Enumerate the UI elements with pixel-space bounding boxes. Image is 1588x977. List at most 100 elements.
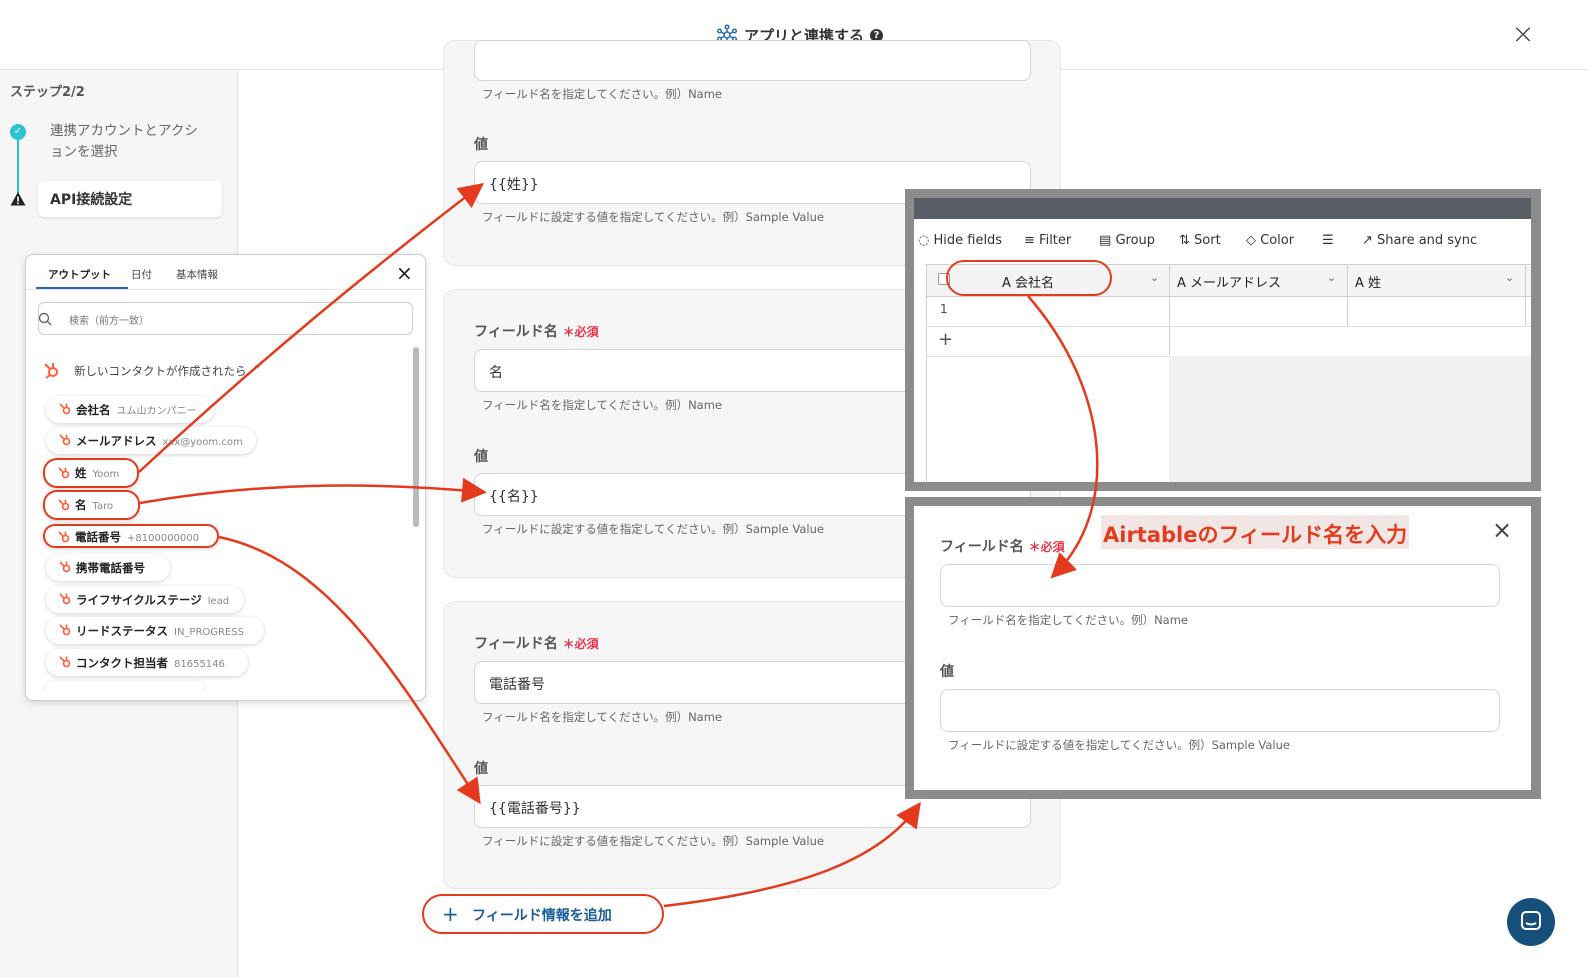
popup-close-button[interactable]: ×: [396, 261, 413, 285]
filter-icon: ≡: [1024, 233, 1035, 248]
group-icon: ▤: [1099, 233, 1112, 248]
output-item-label: 名: [75, 498, 87, 512]
hubspot-icon: [59, 593, 71, 605]
sort-button[interactable]: ⇅ Sort: [1179, 233, 1221, 248]
output-item-label: コンタクト担当者: [76, 656, 168, 670]
chat-icon: [1521, 911, 1541, 930]
field-name-hint-3: フィールド名を指定してください。例）Name: [482, 710, 723, 724]
tab-basic-info[interactable]: 基本情報: [176, 267, 218, 282]
filter-label: Filter: [1039, 233, 1072, 248]
modal-value-input[interactable]: [940, 689, 1500, 732]
output-item-first-name[interactable]: 名 Taro: [43, 490, 140, 520]
hubspot-icon: [59, 561, 71, 573]
row-number: 1: [940, 302, 948, 316]
plus-icon: +: [442, 902, 459, 926]
chevron-down-icon[interactable]: ⌄: [1327, 271, 1336, 284]
check-icon: ✓: [10, 124, 26, 140]
group-button[interactable]: ▤ Group: [1099, 233, 1155, 248]
modal-value-hint: フィールドに設定する値を指定してください。例）Sample Value: [948, 738, 1290, 752]
search-icon: [38, 312, 52, 326]
hubspot-icon: [44, 363, 58, 379]
annotation-banner: Airtableのフィールド名を入力: [1101, 515, 1410, 549]
output-item-value: xxx@yoom.com: [162, 437, 243, 448]
eye-off-icon: ◌: [918, 233, 930, 248]
column-header-last-name[interactable]: A 姓: [1355, 264, 1381, 297]
tab-divider: [26, 289, 425, 290]
row-divider: [926, 326, 1531, 327]
output-item-label: 電話番号: [75, 530, 121, 544]
required-badge: ＊必須: [562, 325, 599, 339]
value-label-2: 値: [474, 449, 488, 465]
tab-output[interactable]: アウトプット: [48, 267, 111, 282]
column-label: メールアドレス: [1190, 276, 1282, 291]
required-badge: ＊必須: [562, 637, 599, 651]
output-item-label: ライフサイクルステージ: [76, 593, 202, 607]
output-item-value: lead: [207, 596, 230, 607]
column-header-email[interactable]: A メールアドレス: [1177, 264, 1281, 297]
share-label: Share and sync: [1377, 233, 1478, 248]
output-item-label: 姓: [75, 466, 87, 480]
modal-close-button[interactable]: ×: [1492, 516, 1512, 544]
value-label-1: 値: [474, 137, 488, 153]
row-height-button[interactable]: ☰: [1322, 233, 1334, 248]
label-text: フィールド名: [474, 636, 558, 652]
output-item-last-name[interactable]: 姓 Yoom: [43, 458, 139, 488]
column-label: 姓: [1368, 276, 1382, 291]
color-button[interactable]: ◇ Color: [1246, 233, 1294, 248]
hubspot-icon: [58, 531, 70, 543]
output-item-owner[interactable]: コンタクト担当者 81655146: [46, 649, 248, 676]
field-name-input-1[interactable]: [474, 40, 1031, 81]
hubspot-icon: [59, 624, 71, 636]
warning-icon: [10, 192, 26, 206]
hubspot-icon: [59, 434, 71, 446]
airtable-top-bar: [914, 198, 1531, 219]
chevron-up-icon[interactable]: ⌃: [252, 363, 261, 376]
output-item-phone[interactable]: 電話番号 +8100000000: [43, 524, 219, 548]
step-item-account[interactable]: 連携アカウントとアクションを選択: [50, 121, 210, 163]
output-item-email[interactable]: メールアドレス xxx@yoom.com: [46, 427, 256, 454]
highlight-company-column: [946, 260, 1112, 296]
grid-empty-area: [1169, 356, 1531, 482]
scrollbar[interactable]: [413, 347, 419, 527]
hide-fields-button[interactable]: ◌ Hide fields: [918, 233, 1002, 248]
row-height-icon: ☰: [1322, 233, 1334, 248]
close-button[interactable]: ×: [1508, 20, 1538, 50]
hubspot-icon: [59, 403, 71, 415]
output-item-label: 携帯電話番号: [76, 561, 145, 575]
output-item-lead-status[interactable]: リードステータス IN_PROGRESS: [46, 617, 264, 644]
chevron-down-icon[interactable]: ⌄: [1505, 271, 1514, 284]
group-label: Group: [1115, 233, 1156, 248]
chevron-down-icon[interactable]: ⌄: [1150, 271, 1159, 284]
tab-date[interactable]: 日付: [131, 267, 152, 282]
modal-field-name-hint: フィールド名を指定してください。例）Name: [948, 613, 1189, 627]
share-sync-button[interactable]: ↗ Share and sync: [1362, 233, 1477, 248]
hubspot-icon: [58, 499, 70, 511]
label-text: フィールド名: [940, 539, 1024, 555]
sort-label: Sort: [1194, 233, 1221, 248]
trigger-section-title[interactable]: 新しいコンタクトが作成されたら: [74, 363, 247, 379]
output-item-label: リードステータス: [76, 624, 168, 638]
output-item-value: Yoom: [92, 469, 120, 480]
popup-bottom-mask: [26, 690, 425, 700]
step-item-api-settings[interactable]: API接続設定: [38, 181, 222, 217]
filter-button[interactable]: ≡ Filter: [1024, 233, 1071, 248]
chat-support-button[interactable]: [1507, 898, 1555, 946]
output-item-mobile[interactable]: 携帯電話番号: [46, 554, 170, 581]
output-item-label: メールアドレス: [76, 434, 157, 448]
add-row-button[interactable]: +: [938, 329, 953, 350]
field-name-hint-1: フィールド名を指定してください。例）Name: [482, 87, 723, 101]
sort-icon: ⇅: [1179, 233, 1190, 248]
text-field-icon: A: [1177, 276, 1186, 291]
output-item-label: 会社名: [76, 403, 111, 417]
field-name-label-3: フィールド名 ＊必須: [474, 633, 599, 653]
value-hint-2: フィールドに設定する値を指定してください。例）Sample Value: [482, 522, 824, 536]
output-item-value: 81655146: [174, 659, 225, 670]
output-item-value: Taro: [92, 501, 114, 512]
output-item-company[interactable]: 会社名 ユム山カンパニー: [46, 396, 214, 423]
modal-field-name-label: フィールド名 ＊必須: [940, 536, 1065, 556]
output-item-lifecycle[interactable]: ライフサイクルステージ lead: [46, 586, 244, 613]
modal-field-name-input[interactable]: [940, 564, 1500, 607]
required-text: 必須: [574, 325, 599, 339]
required-badge: ＊必須: [1028, 540, 1065, 554]
search-input[interactable]: 検索（前方一致）: [38, 302, 413, 335]
